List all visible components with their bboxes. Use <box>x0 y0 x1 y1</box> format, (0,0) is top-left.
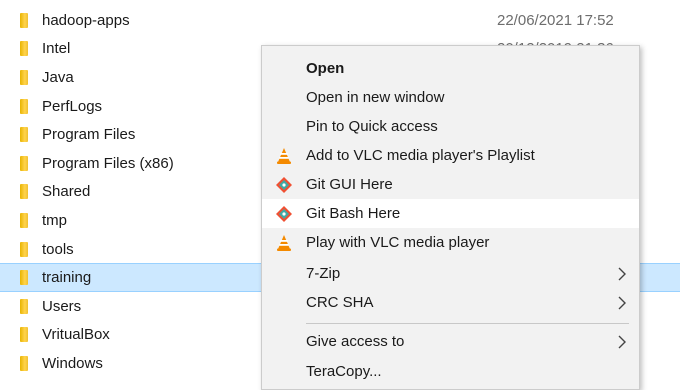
menu-item-label: Open <box>306 60 345 77</box>
file-name: hadoop-apps <box>42 11 130 29</box>
folder-icon <box>20 12 28 28</box>
menu-item-label: TeraCopy... <box>306 363 382 380</box>
file-date: 22/06/2021 17:52 <box>497 11 614 29</box>
menu-item-label: Play with VLC media player <box>306 234 490 251</box>
menu-item-teracopy[interactable]: TeraCopy... <box>262 357 639 386</box>
folder-icon <box>20 127 28 143</box>
vlc-icon <box>275 234 293 252</box>
git-icon <box>275 205 293 223</box>
folder-icon <box>20 184 28 200</box>
file-row[interactable]: hadoop-apps 22/06/2021 17:52 <box>0 6 680 35</box>
folder-icon <box>20 69 28 85</box>
folder-icon <box>20 155 28 171</box>
menu-item-crc-sha[interactable]: CRC SHA <box>262 288 639 317</box>
folder-icon <box>20 270 28 286</box>
menu-item-open-in-new-window[interactable]: Open in new window <box>262 83 639 112</box>
file-name: tmp <box>42 211 68 229</box>
file-name: Java <box>42 68 74 86</box>
folder-icon <box>20 41 28 57</box>
menu-item-label: Open in new window <box>306 89 445 106</box>
chevron-right-icon <box>617 335 627 349</box>
menu-item-label: Git GUI Here <box>306 176 393 193</box>
menu-item-7-zip[interactable]: 7-Zip <box>262 259 639 288</box>
menu-item-label: Give access to <box>306 333 405 350</box>
file-name: Shared <box>42 183 91 201</box>
folder-icon <box>20 327 28 343</box>
menu-item-label: Add to VLC media player's Playlist <box>306 147 535 164</box>
git-icon <box>275 176 293 194</box>
chevron-right-icon <box>617 267 627 281</box>
file-name: Users <box>42 297 82 315</box>
folder-icon <box>20 355 28 371</box>
context-menu: Open Open in new window Pin to Quick acces… <box>261 45 640 390</box>
folder-icon <box>20 298 28 314</box>
file-name: training <box>42 269 92 287</box>
folder-icon <box>20 212 28 228</box>
menu-separator <box>306 323 629 324</box>
folder-icon <box>20 98 28 114</box>
menu-item-label: 7-Zip <box>306 265 341 282</box>
menu-item-add-to-vlc-media-player-s-playlist[interactable]: Add to VLC media player's Playlist <box>262 141 639 170</box>
file-name: Program Files (x86) <box>42 154 174 172</box>
folder-icon <box>20 241 28 257</box>
vlc-icon <box>275 147 293 165</box>
file-name: PerfLogs <box>42 97 103 115</box>
menu-item-give-access-to[interactable]: Give access to <box>262 327 639 356</box>
menu-item-pin-to-quick-access[interactable]: Pin to Quick access <box>262 112 639 141</box>
menu-item-open[interactable]: Open <box>262 54 639 83</box>
file-name: Windows <box>42 354 103 372</box>
menu-item-label: CRC SHA <box>306 294 374 311</box>
file-name: VritualBox <box>42 326 110 344</box>
file-name: tools <box>42 240 74 258</box>
file-name: Intel <box>42 40 71 58</box>
menu-item-label: Pin to Quick access <box>306 118 438 135</box>
file-name: Program Files <box>42 126 136 144</box>
chevron-right-icon <box>617 296 627 310</box>
menu-item-play-with-vlc-media-player[interactable]: Play with VLC media player <box>262 228 639 257</box>
menu-item-git-gui-here[interactable]: Git GUI Here <box>262 170 639 199</box>
menu-item-label: Git Bash Here <box>306 205 401 222</box>
menu-item-git-bash-here[interactable]: Git Bash Here <box>262 199 639 228</box>
